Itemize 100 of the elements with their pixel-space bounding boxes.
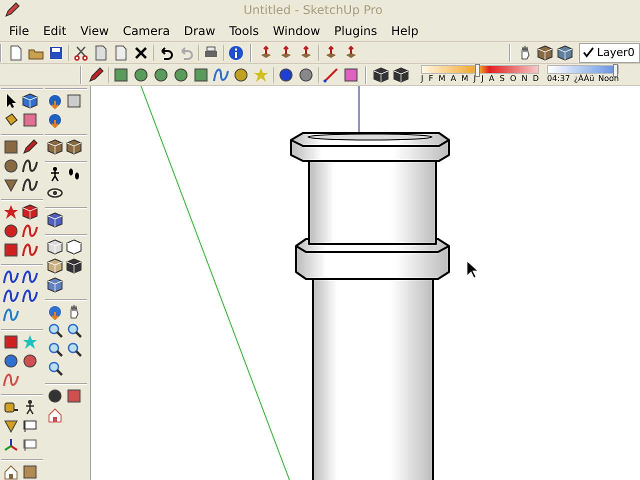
menu-item[interactable]: View: [73, 23, 116, 38]
triangle-icon[interactable]: [3, 418, 19, 434]
menu-item[interactable]: Tools: [222, 23, 266, 38]
doc-icon[interactable]: [93, 44, 109, 60]
pencil-icon[interactable]: [4, 2, 20, 18]
mag-icon[interactable]: [47, 361, 63, 377]
month-label: M: [438, 74, 446, 84]
star-icon[interactable]: [3, 204, 19, 220]
cube-icon[interactable]: [47, 239, 63, 255]
circle-icon[interactable]: [153, 66, 169, 82]
square-icon[interactable]: [22, 464, 38, 480]
layer-name: Layer0: [597, 46, 635, 59]
cursor-icon: [466, 260, 480, 279]
circle-icon[interactable]: [47, 388, 63, 404]
menu-item[interactable]: Window: [266, 23, 328, 38]
cube-icon[interactable]: [47, 212, 63, 228]
circle-icon[interactable]: [298, 66, 314, 82]
doc-icon[interactable]: [113, 44, 129, 60]
star-icon[interactable]: [253, 66, 269, 82]
pencil-icon[interactable]: [22, 139, 38, 155]
sphere-icon[interactable]: [47, 304, 63, 320]
sphere-icon[interactable]: [47, 112, 63, 128]
curve-icon[interactable]: [22, 288, 38, 304]
house-icon[interactable]: [47, 407, 63, 423]
menu-item[interactable]: Help: [384, 23, 426, 38]
square-icon[interactable]: [343, 66, 359, 82]
curve-icon[interactable]: [22, 242, 38, 258]
month-label: S: [500, 74, 505, 84]
mag-icon[interactable]: [66, 323, 82, 339]
time-slider[interactable]: [547, 65, 619, 74]
doc-icon[interactable]: [8, 44, 24, 60]
cube-icon[interactable]: [22, 93, 38, 109]
menu-item[interactable]: File: [2, 23, 36, 38]
slider-thumb[interactable]: [613, 64, 618, 77]
cube-icon[interactable]: [47, 277, 63, 293]
square-icon[interactable]: [193, 66, 209, 82]
star-icon[interactable]: [22, 334, 38, 350]
square-icon[interactable]: [66, 93, 82, 109]
circle-icon[interactable]: [278, 66, 294, 82]
house-icon[interactable]: [3, 464, 19, 480]
menu-item[interactable]: Draw: [176, 23, 222, 38]
cube-icon[interactable]: [393, 66, 409, 82]
cube-icon[interactable]: [537, 44, 553, 60]
menu-item[interactable]: Edit: [36, 23, 74, 38]
curve-icon[interactable]: [22, 223, 38, 239]
curve-icon[interactable]: [22, 269, 38, 285]
axes-icon[interactable]: [3, 437, 19, 453]
cube-icon[interactable]: [47, 139, 63, 155]
circle-icon[interactable]: [173, 66, 189, 82]
cube-icon[interactable]: [373, 66, 389, 82]
month-label: O: [510, 74, 516, 84]
circle-icon[interactable]: [22, 353, 38, 369]
month-label: J: [421, 74, 424, 84]
circle-icon[interactable]: [3, 158, 19, 174]
month-label: J: [481, 74, 484, 84]
cube-icon[interactable]: [66, 258, 82, 274]
month-label: A: [450, 74, 456, 84]
curve-icon[interactable]: [3, 269, 19, 285]
info-icon[interactable]: [228, 44, 244, 60]
circle-icon[interactable]: [3, 353, 19, 369]
sphere-icon[interactable]: [47, 93, 63, 109]
triangle-icon[interactable]: [3, 177, 19, 193]
curve-icon[interactable]: [22, 177, 38, 193]
mag-icon[interactable]: [47, 323, 63, 339]
square-icon[interactable]: [22, 112, 38, 128]
circle-icon[interactable]: [3, 223, 19, 239]
line-icon[interactable]: [323, 66, 339, 82]
mag-icon[interactable]: [47, 342, 63, 358]
cube-icon[interactable]: [66, 139, 82, 155]
vertical-axis-line: [358, 86, 360, 132]
circle-icon[interactable]: [233, 66, 249, 82]
slider-thumb[interactable]: [474, 64, 480, 77]
square-icon[interactable]: [3, 242, 19, 258]
circle-icon[interactable]: [133, 66, 149, 82]
window-title: Untitled - SketchUp Pro: [242, 3, 384, 17]
x-icon[interactable]: [133, 44, 149, 60]
month-label: N: [522, 74, 528, 84]
cube-icon[interactable]: [47, 258, 63, 274]
layer-dropdown[interactable]: Layer0: [579, 42, 640, 62]
pencil-icon[interactable]: [88, 66, 104, 82]
cube-icon[interactable]: [66, 239, 82, 255]
noon-label: Noon: [598, 74, 619, 84]
square-icon[interactable]: [3, 334, 19, 350]
month-label: A: [488, 74, 494, 84]
date-slider[interactable]: [421, 65, 539, 74]
mag-icon[interactable]: [66, 342, 82, 358]
period-label: ¿ÀÀü: [574, 74, 594, 84]
cube-icon[interactable]: [22, 204, 38, 220]
cube-icon[interactable]: [557, 44, 573, 60]
month-label: F: [428, 74, 434, 84]
time-label: 04:37: [547, 74, 570, 84]
curve-icon[interactable]: [3, 288, 19, 304]
menu-item[interactable]: Camera: [116, 23, 177, 38]
scissors-icon[interactable]: [73, 44, 89, 60]
curve-icon[interactable]: [22, 158, 38, 174]
menu-item[interactable]: Plugins: [327, 23, 384, 38]
square-icon[interactable]: [3, 139, 19, 155]
square-icon[interactable]: [66, 388, 82, 404]
footprints-icon[interactable]: [66, 166, 82, 182]
square-icon[interactable]: [113, 66, 129, 82]
